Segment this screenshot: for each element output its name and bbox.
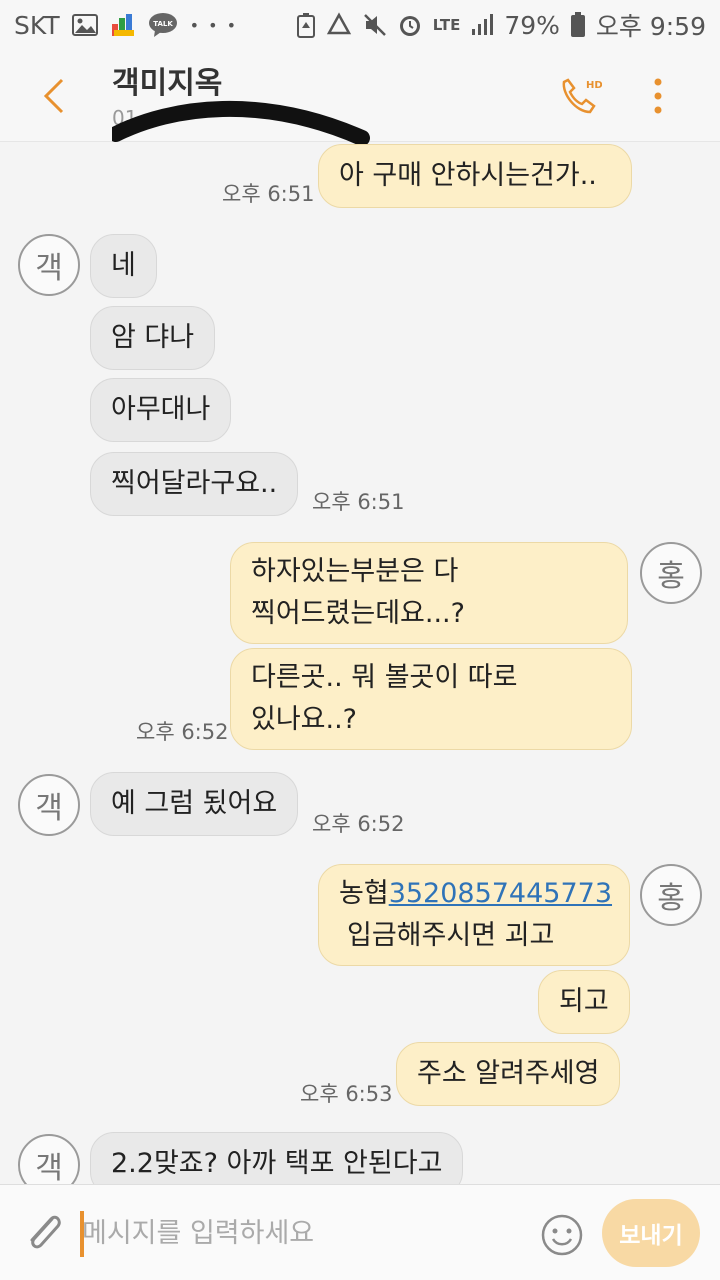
message-composer: 보내기 [0,1184,720,1280]
signal-icon [470,13,494,37]
outgoing-message[interactable]: 아 구매 안하시는건가.. [318,144,632,208]
more-vert-icon [654,78,662,114]
message-input[interactable] [82,1205,522,1261]
hd-label: HD [586,80,602,91]
back-arrow-icon [43,78,64,114]
message-time: 오후 6:52 [312,812,405,836]
avatar[interactable]: 객 [18,774,80,836]
incoming-message[interactable]: 찍어달라구요.. [90,452,299,516]
message-time: 오후 6:53 [300,1082,393,1106]
smiley-icon [541,1214,583,1256]
alarm-icon [397,12,423,38]
avatar[interactable]: 객 [18,234,80,296]
chat-header: 객미지옥 01 HD [0,50,720,146]
message-line: 하자있는부분은 다 [251,556,459,587]
message-list[interactable]: 오후 6:51 아 구매 안하시는건가.. 객 네 암 댜나 아무대나 찍어달라… [0,142,720,1184]
incoming-message[interactable]: 암 댜나 [90,306,216,370]
paperclip-icon [30,1215,61,1249]
send-button[interactable]: 보내기 [602,1199,700,1267]
image-icon [71,14,98,36]
battery-icon [570,12,586,38]
avatar[interactable]: 홍 [640,542,702,604]
phone-icon: HD [562,78,603,114]
incoming-message[interactable]: 네 [90,234,157,298]
incoming-message[interactable]: 2.2맞죠? 아까 택포 안된다고 [90,1132,464,1184]
avatar[interactable]: 객 [18,1134,80,1184]
carrier-label: SKT [14,10,60,40]
incoming-message[interactable]: 아무대나 [90,378,232,442]
message-time: 오후 6:51 [312,490,405,514]
redaction-mark [112,100,370,146]
battery-saver-icon [296,12,315,38]
outgoing-message[interactable]: 농협3520857445773 입금해주시면 괴고 [318,864,630,966]
avatar[interactable]: 홍 [640,864,702,926]
message-time: 오후 6:51 [222,182,315,206]
talk-icon-label: TALK [153,20,173,28]
bank-name: 농협 [339,878,389,909]
account-number-link[interactable]: 3520857445773 [389,878,612,909]
back-button[interactable] [36,76,76,116]
message-line: 다른곳.. 뭐 볼곳이 따로 [251,662,518,693]
incoming-message[interactable]: 예 그럼 됬어요 [90,772,299,836]
outgoing-message[interactable]: 다른곳.. 뭐 볼곳이 따로 있나요..? [230,648,632,750]
hd-call-button[interactable]: HD [556,74,603,120]
message-line: 농협3520857445773 [339,873,613,915]
status-bar: SKT TALK • • • LTE 79% 오후 9:59 [0,0,720,50]
more-options-button[interactable] [640,76,676,116]
outgoing-message[interactable]: 되고 [538,970,630,1034]
message-time: 오후 6:52 [136,720,229,744]
battery-percent: 79% [504,10,560,40]
recycle-icon [325,12,353,38]
lte-icon: LTE [432,16,461,34]
emoji-button[interactable] [540,1213,584,1257]
clock: 오후 9:59 [595,12,706,41]
message-line: 찍어드렸는데요...? [251,598,465,629]
talk-icon: TALK [148,12,178,38]
more-notifications-icon: • • • [189,15,239,35]
outgoing-message[interactable]: 하자있는부분은 다 찍어드렸는데요...? [230,542,628,644]
message-line: 입금해주시면 괴고 [347,920,555,951]
app-icon [110,12,136,38]
mute-icon [363,12,387,38]
outgoing-message[interactable]: 주소 알려주세영 [396,1042,621,1106]
page-title: 객미지옥 [112,66,223,101]
attach-button[interactable] [22,1209,66,1257]
message-line: 있나요..? [251,704,358,735]
